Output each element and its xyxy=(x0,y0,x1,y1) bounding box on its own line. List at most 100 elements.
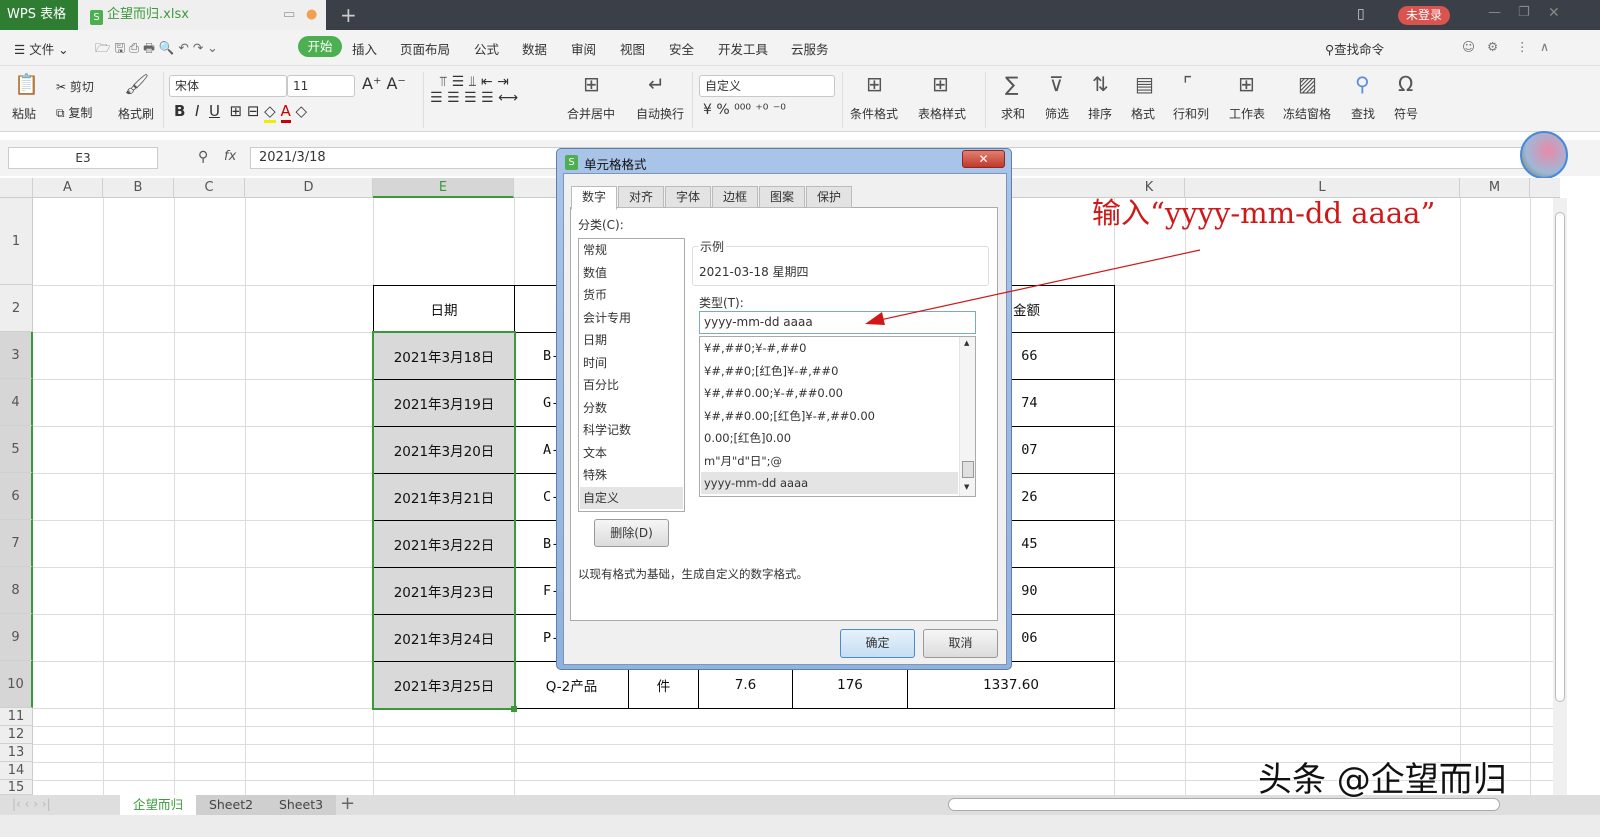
type-item[interactable]: ¥#,##0.00;¥-#,##0.00 xyxy=(704,382,843,404)
format-painter-button[interactable]: 格式刷 xyxy=(118,105,154,122)
category-item[interactable]: 时间 xyxy=(583,352,607,374)
col-header[interactable]: D xyxy=(245,178,373,198)
paste-icon[interactable]: 📋 xyxy=(14,72,39,96)
freeze-panes-button[interactable]: 冻结窗格 xyxy=(1283,105,1331,122)
conditional-format-button[interactable]: 条件格式 xyxy=(850,105,898,122)
col-header[interactable]: E xyxy=(373,178,514,198)
gear-icon[interactable]: ⚙ xyxy=(1487,39,1498,54)
collapse-ribbon-icon[interactable]: ∧ xyxy=(1540,39,1549,54)
category-item[interactable]: 自定义 xyxy=(580,486,683,509)
type-item[interactable]: m"月"d"日";@ xyxy=(704,450,782,472)
category-item[interactable]: 分数 xyxy=(583,397,607,419)
brush-icon[interactable]: 🖌 xyxy=(124,72,149,96)
tab-cloud[interactable]: 云服务 xyxy=(791,39,829,58)
paste-button[interactable]: 粘贴 xyxy=(12,105,36,122)
tab-view[interactable]: 视图 xyxy=(620,39,645,58)
table-style-icon[interactable]: ⊞ xyxy=(932,72,949,96)
vertical-scroll-thumb[interactable] xyxy=(1555,212,1565,702)
merge-center-button[interactable]: 合并居中 xyxy=(567,105,615,122)
align-buttons[interactable]: ⫪ ☰ ⫫ ⇤ ⇥ ☰ ☰ ☰ ☰ ⟷ xyxy=(430,74,518,106)
col-header[interactable]: B xyxy=(103,178,174,198)
restore-button[interactable]: ❐ xyxy=(1518,5,1530,20)
type-item[interactable]: yyyy-mm-dd aaaa xyxy=(701,472,958,494)
tab-page-layout[interactable]: 页面布局 xyxy=(400,39,450,58)
worksheet-button[interactable]: 工作表 xyxy=(1229,105,1265,122)
sum-icon[interactable]: ∑ xyxy=(1005,72,1018,96)
category-item[interactable]: 数值 xyxy=(583,262,607,284)
sheet-tab[interactable]: Sheet3 xyxy=(266,795,336,815)
tab-developer[interactable]: 开发工具 xyxy=(718,39,768,58)
worksheet-icon[interactable]: ⊞ xyxy=(1238,72,1255,96)
font-grow-icon[interactable]: A⁺ A⁻ xyxy=(362,74,406,93)
name-box[interactable]: E3 xyxy=(8,147,158,169)
filter-button[interactable]: 筛选 xyxy=(1045,105,1069,122)
tab-formula[interactable]: 公式 xyxy=(474,39,499,58)
merge-icon[interactable]: ⊞ xyxy=(583,72,600,96)
row-col-icon[interactable]: ⌜ xyxy=(1183,72,1192,96)
table-style-button[interactable]: 表格样式 xyxy=(918,105,966,122)
type-item[interactable]: 0.00;[红色]0.00 xyxy=(704,427,791,449)
search-command[interactable]: ⚲查找命令 xyxy=(1325,39,1384,58)
row-header[interactable]: 7 xyxy=(0,520,33,567)
row-header[interactable]: 2 xyxy=(0,285,33,332)
copy-button[interactable]: ⧉ 复制 xyxy=(56,104,92,121)
row-col-button[interactable]: 行和列 xyxy=(1173,105,1209,122)
find-icon[interactable]: ⚲ xyxy=(1355,72,1370,96)
row-header[interactable]: 13 xyxy=(0,744,33,762)
sheet-tab-active[interactable]: 企望而归 xyxy=(120,795,196,815)
wrap-text-button[interactable]: 自动换行 xyxy=(636,105,684,122)
tab-data[interactable]: 数据 xyxy=(522,39,547,58)
row-header[interactable]: 15 xyxy=(0,780,33,795)
row-header[interactable]: 1 xyxy=(0,198,33,285)
tab-insert[interactable]: 插入 xyxy=(352,39,377,58)
font-style-buttons[interactable]: B I U ⊞ ⊟ ◇ A ◇ xyxy=(174,102,307,123)
format-button[interactable]: 格式 xyxy=(1131,105,1155,122)
row-header[interactable]: 3 xyxy=(0,332,33,379)
sort-button[interactable]: 排序 xyxy=(1088,105,1112,122)
dialog-tab-protect[interactable]: 保护 xyxy=(806,186,852,208)
col-header[interactable]: A xyxy=(33,178,103,198)
more-icon[interactable]: ⋮ xyxy=(1516,39,1529,54)
dialog-tab-pattern[interactable]: 图案 xyxy=(759,186,805,208)
feedback-icon[interactable]: ☺ xyxy=(1462,39,1475,54)
number-format-buttons[interactable]: ¥ % ⁰⁰⁰ ⁺⁰ ⁻⁰ xyxy=(703,102,786,118)
row-header[interactable]: 14 xyxy=(0,762,33,780)
sheet-nav-icons[interactable]: |‹ ‹ › ›| xyxy=(12,797,51,811)
zoom-icon[interactable]: ⚲ xyxy=(198,149,208,165)
row-header[interactable]: 6 xyxy=(0,473,33,520)
category-item[interactable]: 科学记数 xyxy=(583,419,631,441)
category-item[interactable]: 百分比 xyxy=(583,374,619,396)
tab-security[interactable]: 安全 xyxy=(669,39,694,58)
close-button[interactable]: ✕ xyxy=(1548,5,1560,21)
type-list-scrollbar[interactable]: ▲ ▼ xyxy=(959,337,975,496)
omega-icon[interactable]: Ω xyxy=(1398,72,1413,96)
file-menu[interactable]: ☰ 文件 ⌄ xyxy=(14,39,69,58)
file-tab[interactable]: S 企望而归.xlsx ▭ ● xyxy=(78,0,326,30)
col-header[interactable]: C xyxy=(174,178,245,198)
wrap-icon[interactable]: ↵ xyxy=(648,72,665,96)
find-button[interactable]: 查找 xyxy=(1351,105,1375,122)
app-tab[interactable]: WPS 表格 xyxy=(0,0,78,30)
type-item[interactable]: ¥#,##0;[红色]¥-#,##0 xyxy=(704,360,838,382)
fx-button[interactable]: fx xyxy=(224,149,236,164)
col-header[interactable]: M xyxy=(1460,178,1530,198)
dialog-tab-font[interactable]: 字体 xyxy=(665,186,711,208)
conditional-format-icon[interactable]: ⊞ xyxy=(866,72,883,96)
type-item[interactable]: ¥#,##0.00;[红色]¥-#,##0.00 xyxy=(704,405,875,427)
row-header[interactable]: 8 xyxy=(0,567,33,614)
type-list[interactable]: ▲ ▼ ¥#,##0;¥-#,##0 ¥#,##0;[红色]¥-#,##0 ¥#,##… xyxy=(699,336,976,497)
row-header[interactable]: 4 xyxy=(0,379,33,426)
sheet-tab[interactable]: Sheet2 xyxy=(196,795,266,815)
cancel-button[interactable]: 取消 xyxy=(923,629,998,658)
row-header[interactable]: 11 xyxy=(0,708,33,726)
sum-button[interactable]: 求和 xyxy=(1001,105,1025,122)
font-size-select[interactable]: 11 xyxy=(287,75,355,97)
login-button[interactable]: 未登录 xyxy=(1398,6,1450,25)
delete-button[interactable]: 删除(D) xyxy=(594,519,669,547)
font-select[interactable]: 宋体 xyxy=(169,75,287,97)
scroll-thumb[interactable] xyxy=(962,461,974,478)
scroll-up-icon[interactable]: ▲ xyxy=(964,339,969,347)
dialog-tab-number[interactable]: 数字 xyxy=(571,186,617,210)
header-date[interactable]: 日期 xyxy=(373,285,515,333)
sort-icon[interactable]: ⇅ xyxy=(1092,72,1109,96)
